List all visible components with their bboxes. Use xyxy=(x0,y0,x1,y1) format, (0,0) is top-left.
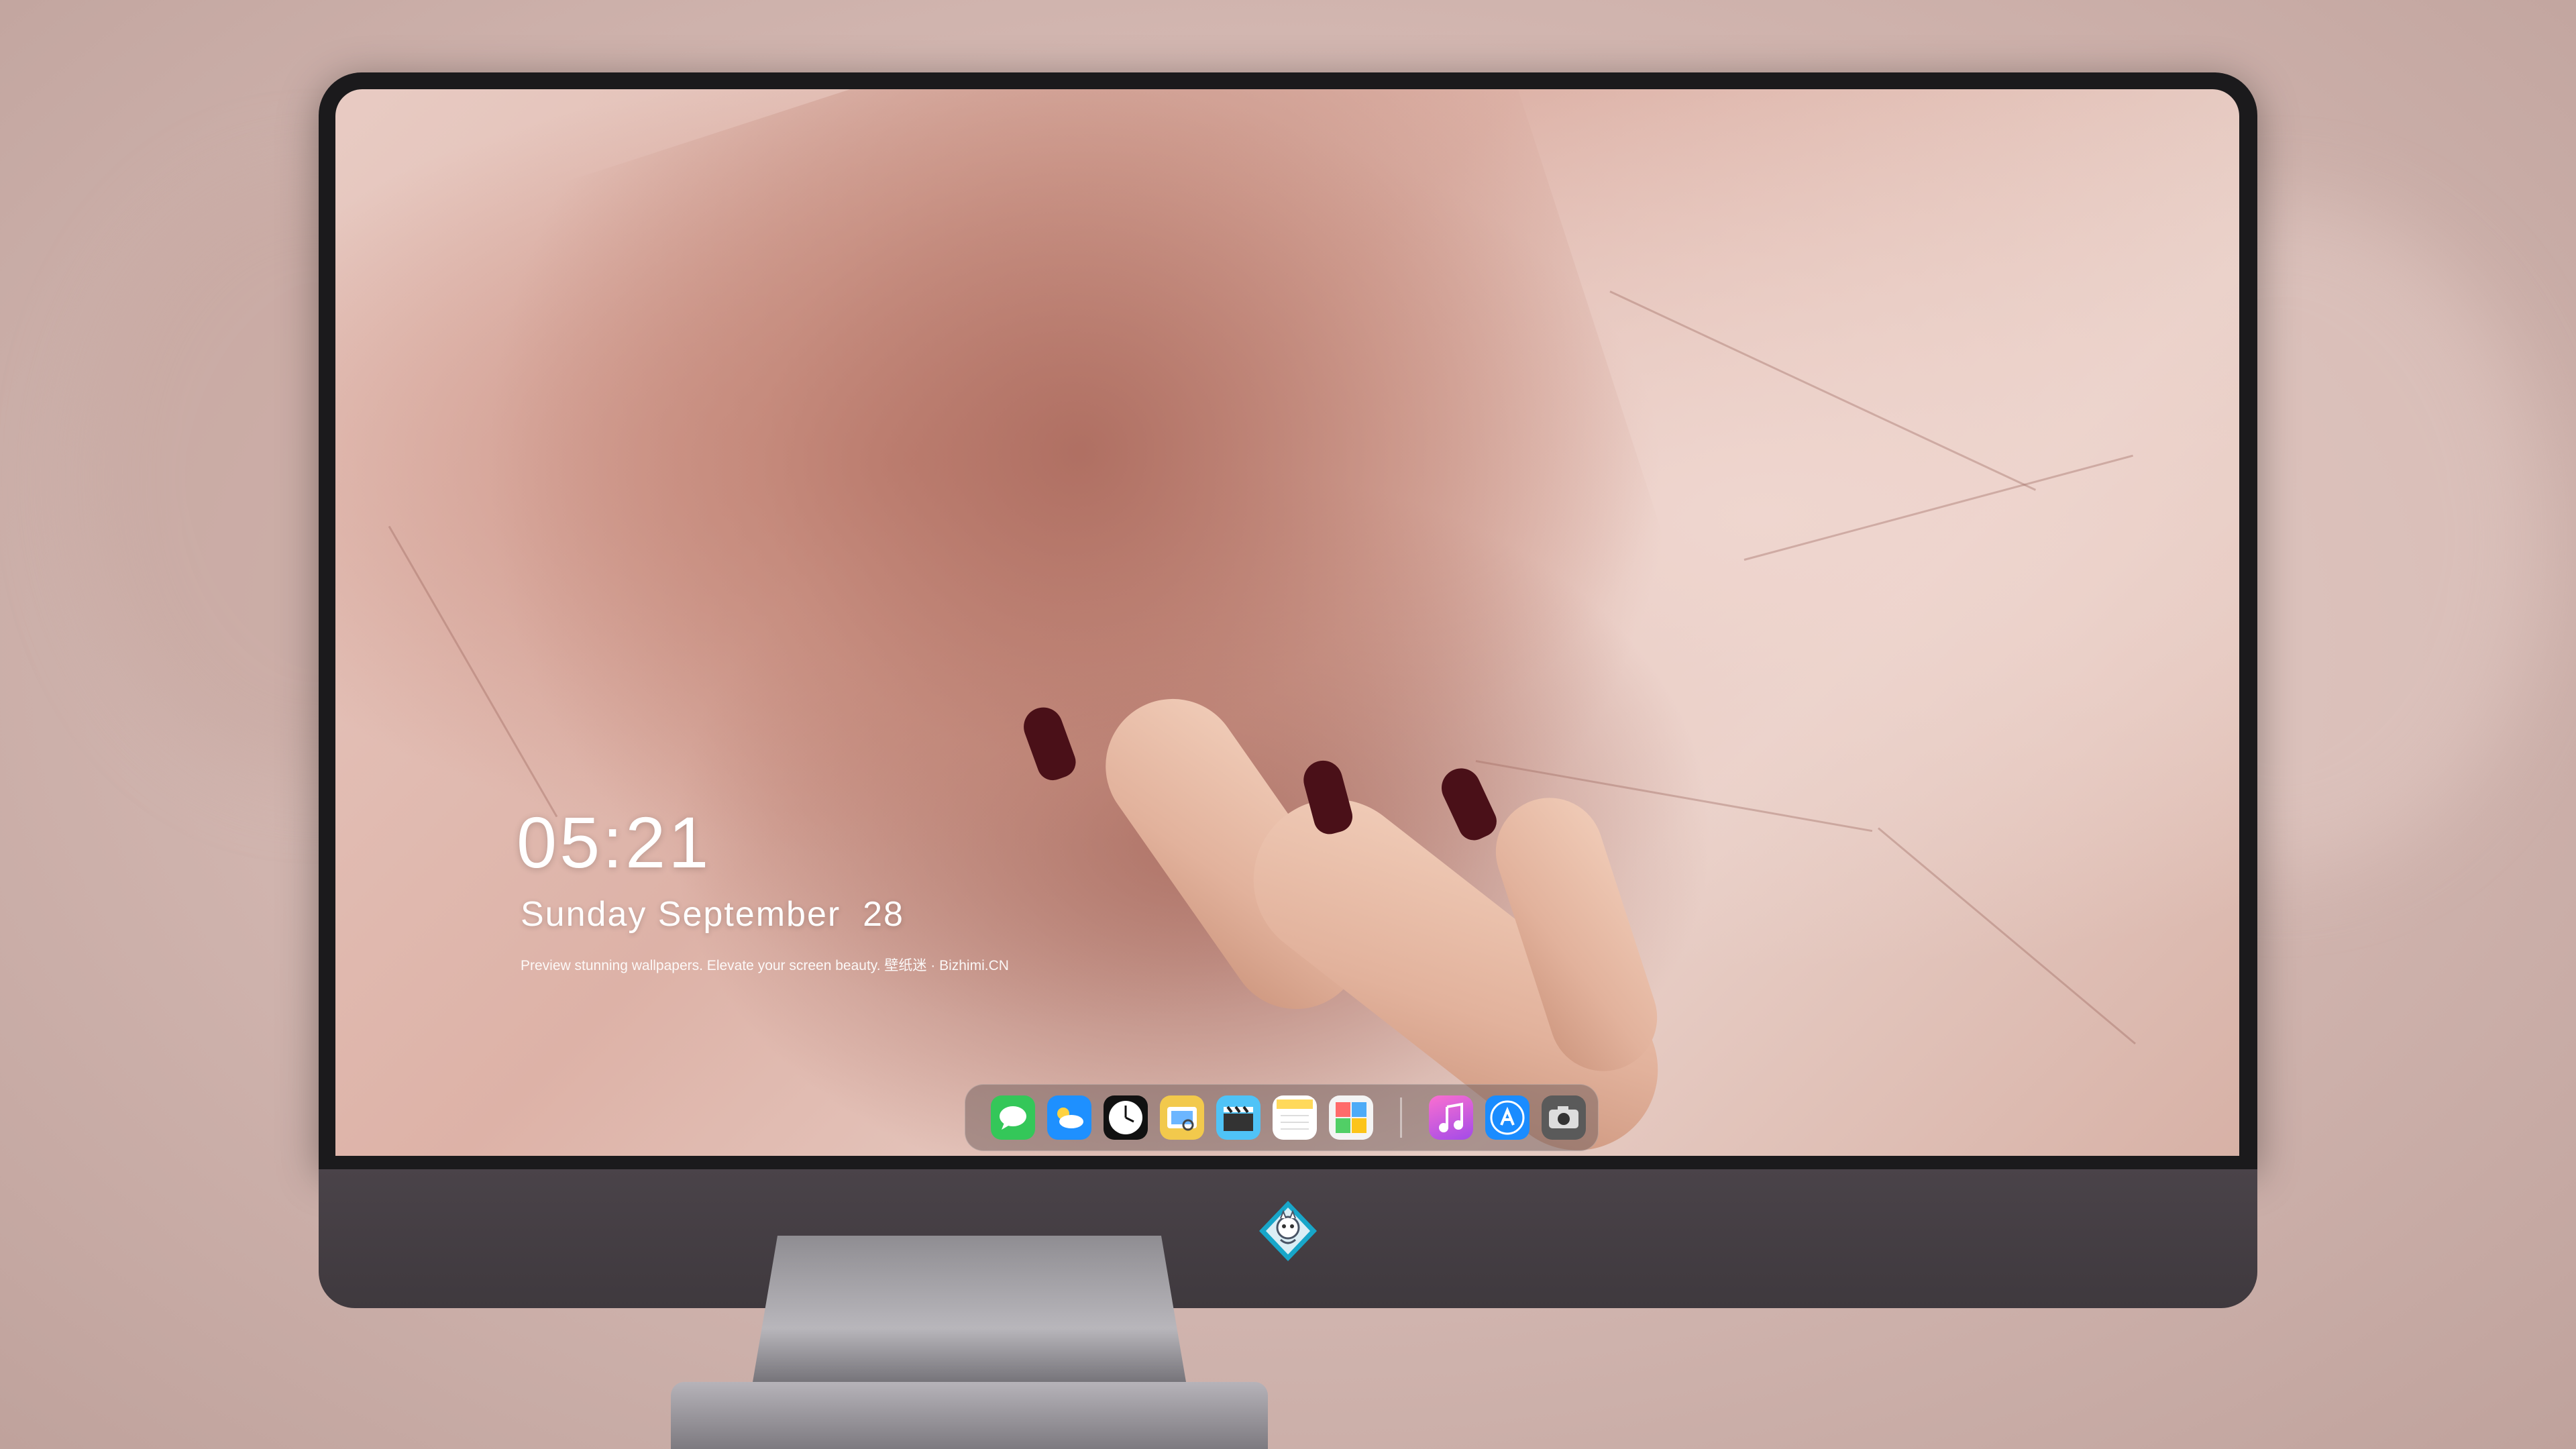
monitor: 05:21 Sunday September 28 Preview stunni… xyxy=(319,72,2257,1308)
music-note-icon[interactable] xyxy=(1429,1095,1473,1140)
camera-icon[interactable] xyxy=(1542,1095,1586,1140)
wallpaper-tagline: Preview stunning wallpapers. Elevate you… xyxy=(521,958,1009,973)
marble-vein xyxy=(1743,454,2133,561)
photo-collage-icon[interactable] xyxy=(1329,1095,1373,1140)
marble-vein xyxy=(1878,827,2136,1045)
lock-screen-date: Sunday September 28 xyxy=(521,895,904,934)
dock-separator xyxy=(1400,1097,1402,1138)
cloud-icon[interactable] xyxy=(1047,1095,1091,1140)
dock xyxy=(965,1084,1599,1151)
monitor-stand-base xyxy=(671,1382,1268,1449)
clock-icon[interactable] xyxy=(1104,1095,1148,1140)
notes-icon[interactable] xyxy=(1273,1095,1317,1140)
message-bubble-icon[interactable] xyxy=(991,1095,1035,1140)
desktop-stage: 05:21 Sunday September 28 Preview stunni… xyxy=(0,0,2576,1449)
marble-vein xyxy=(1609,290,2037,491)
clapperboard-icon[interactable] xyxy=(1216,1095,1260,1140)
monitor-stand xyxy=(751,1236,1187,1390)
app-store-icon[interactable] xyxy=(1485,1095,1529,1140)
lock-screen[interactable]: 05:21 Sunday September 28 Preview stunni… xyxy=(335,89,2239,1156)
image-viewer-icon[interactable] xyxy=(1160,1095,1204,1140)
brand-logo-icon xyxy=(1259,1201,1317,1261)
lock-screen-time: 05:21 xyxy=(517,802,712,883)
